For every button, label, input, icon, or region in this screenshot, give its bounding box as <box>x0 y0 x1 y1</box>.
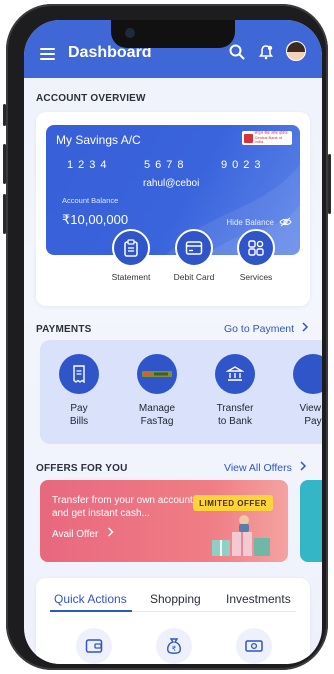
account-name: My Savings A/C <box>56 133 141 147</box>
instant-cash-offer-card[interactable]: Transfer from your own account and get i… <box>40 480 288 562</box>
power-button <box>328 154 331 214</box>
account-overview-card: My Savings A/C सेन्ट्रल बैंक ऑफ इंडिया Ce… <box>36 112 310 306</box>
next-offer-card-peek[interactable] <box>300 480 322 562</box>
avail-offer-label: Avail Offer <box>52 529 99 540</box>
transfer-to-bank-button[interactable]: Transfer to Bank <box>200 354 270 428</box>
payments-label: PAYMENTS <box>36 324 92 335</box>
chevron-right-icon <box>302 322 309 332</box>
mute-switch <box>3 104 6 126</box>
phone-frame: Dashboard ACCOUNT OVERVIEW My Savings A/… <box>3 4 331 670</box>
services-label: Services <box>239 272 273 282</box>
statement-shortcut[interactable]: Statement <box>101 229 161 282</box>
debit-card-shortcut[interactable]: Debit Card <box>164 229 224 282</box>
view-icon <box>293 354 322 394</box>
limited-offer-badge: LIMITED OFFER <box>193 495 273 511</box>
avatar[interactable] <box>286 41 306 61</box>
rupee-bag-action[interactable]: ₹ <box>156 628 192 664</box>
hide-balance-toggle[interactable]: Hide Balance <box>226 217 292 227</box>
search-icon[interactable] <box>229 44 245 60</box>
services-shortcut[interactable]: Services <box>226 229 286 282</box>
debit-card-label: Debit Card <box>173 272 215 282</box>
pay-bills-button[interactable]: Pay Bills <box>44 354 114 428</box>
tab-quick-actions[interactable]: Quick Actions <box>54 592 127 606</box>
chevron-right-icon <box>108 527 114 537</box>
eye-off-icon <box>279 217 292 227</box>
volume-down-button <box>3 194 6 234</box>
bank-logo-mark <box>244 133 253 143</box>
pay-bills-label-line1: Pay <box>70 403 88 414</box>
transfer-to-bank-label-line2: to Bank <box>218 416 252 427</box>
balance-label: Account Balance <box>62 196 119 205</box>
camera <box>125 28 135 38</box>
fastag-icon <box>142 371 172 377</box>
chevron-right-icon <box>300 461 306 471</box>
offers-label: OFFERS FOR YOU <box>36 463 128 474</box>
view-all-offers-link[interactable]: View All Offers <box>224 461 307 474</box>
bill-icon <box>73 365 85 383</box>
account-balance: ₹10,00,000 <box>62 212 129 227</box>
hide-balance-label: Hide Balance <box>226 217 274 227</box>
cash-icon <box>245 640 263 652</box>
gift-boxes-illustration <box>212 515 270 556</box>
manage-fastag-label-line1: Manage <box>138 403 176 414</box>
manage-fastag-label-line2: FasTag <box>140 416 174 427</box>
cash-action[interactable] <box>236 628 272 664</box>
manage-fastag-button[interactable]: Manage FasTag <box>122 354 192 428</box>
tab-shopping[interactable]: Shopping <box>150 592 201 606</box>
svg-text:₹: ₹ <box>172 645 177 653</box>
card-number-group-2: 5678 <box>144 159 189 171</box>
go-to-payment-link[interactable]: Go to Payment <box>224 322 309 335</box>
notification-bell-icon[interactable] <box>258 44 274 60</box>
tab-investments[interactable]: Investments <box>226 592 291 606</box>
wallet-action[interactable] <box>76 628 112 664</box>
view-pay-label-line1: View I <box>299 403 322 414</box>
bank-logo-text: Central Bank of India <box>254 134 283 145</box>
volume-up-button <box>3 144 6 184</box>
clipboard-icon <box>124 239 138 257</box>
statement-label: Statement <box>111 272 151 282</box>
card-icon <box>185 241 203 255</box>
services-icon <box>248 240 264 256</box>
card-number-group-1: 1234 <box>67 159 112 171</box>
avail-offer-button[interactable]: Avail Offer <box>52 527 114 540</box>
upi-id: rahul@ceboi <box>143 178 200 189</box>
active-tab-indicator <box>50 610 132 612</box>
card-number-group-3: 9023 <box>221 159 266 171</box>
notch <box>111 20 235 48</box>
go-to-payment-label: Go to Payment <box>224 323 295 335</box>
pay-bills-label-line2: Bills <box>69 416 89 427</box>
view-pay-label-line2: Pay <box>304 416 322 427</box>
account-overview-label: ACCOUNT OVERVIEW <box>36 93 146 104</box>
bank-icon <box>226 366 244 381</box>
transfer-to-bank-label-line1: Transfer <box>216 403 254 414</box>
payments-carousel[interactable]: Pay Bills Manage FasTag Transfer to Bank… <box>40 340 322 444</box>
menu-icon[interactable] <box>40 48 55 63</box>
view-all-offers-label: View All Offers <box>224 462 292 474</box>
wallet-icon <box>85 639 103 653</box>
screen: Dashboard ACCOUNT OVERVIEW My Savings A/… <box>24 20 322 664</box>
offer-description: Transfer from your own account and get i… <box>52 495 193 519</box>
view-pay-button[interactable]: View I Pay <box>278 354 322 428</box>
bank-logo: सेन्ट्रल बैंक ऑफ इंडिया Central Bank of I… <box>242 130 292 145</box>
tabs-card: Quick Actions Shopping Investments ₹ <box>36 578 310 664</box>
rupee-bag-icon: ₹ <box>167 638 181 654</box>
